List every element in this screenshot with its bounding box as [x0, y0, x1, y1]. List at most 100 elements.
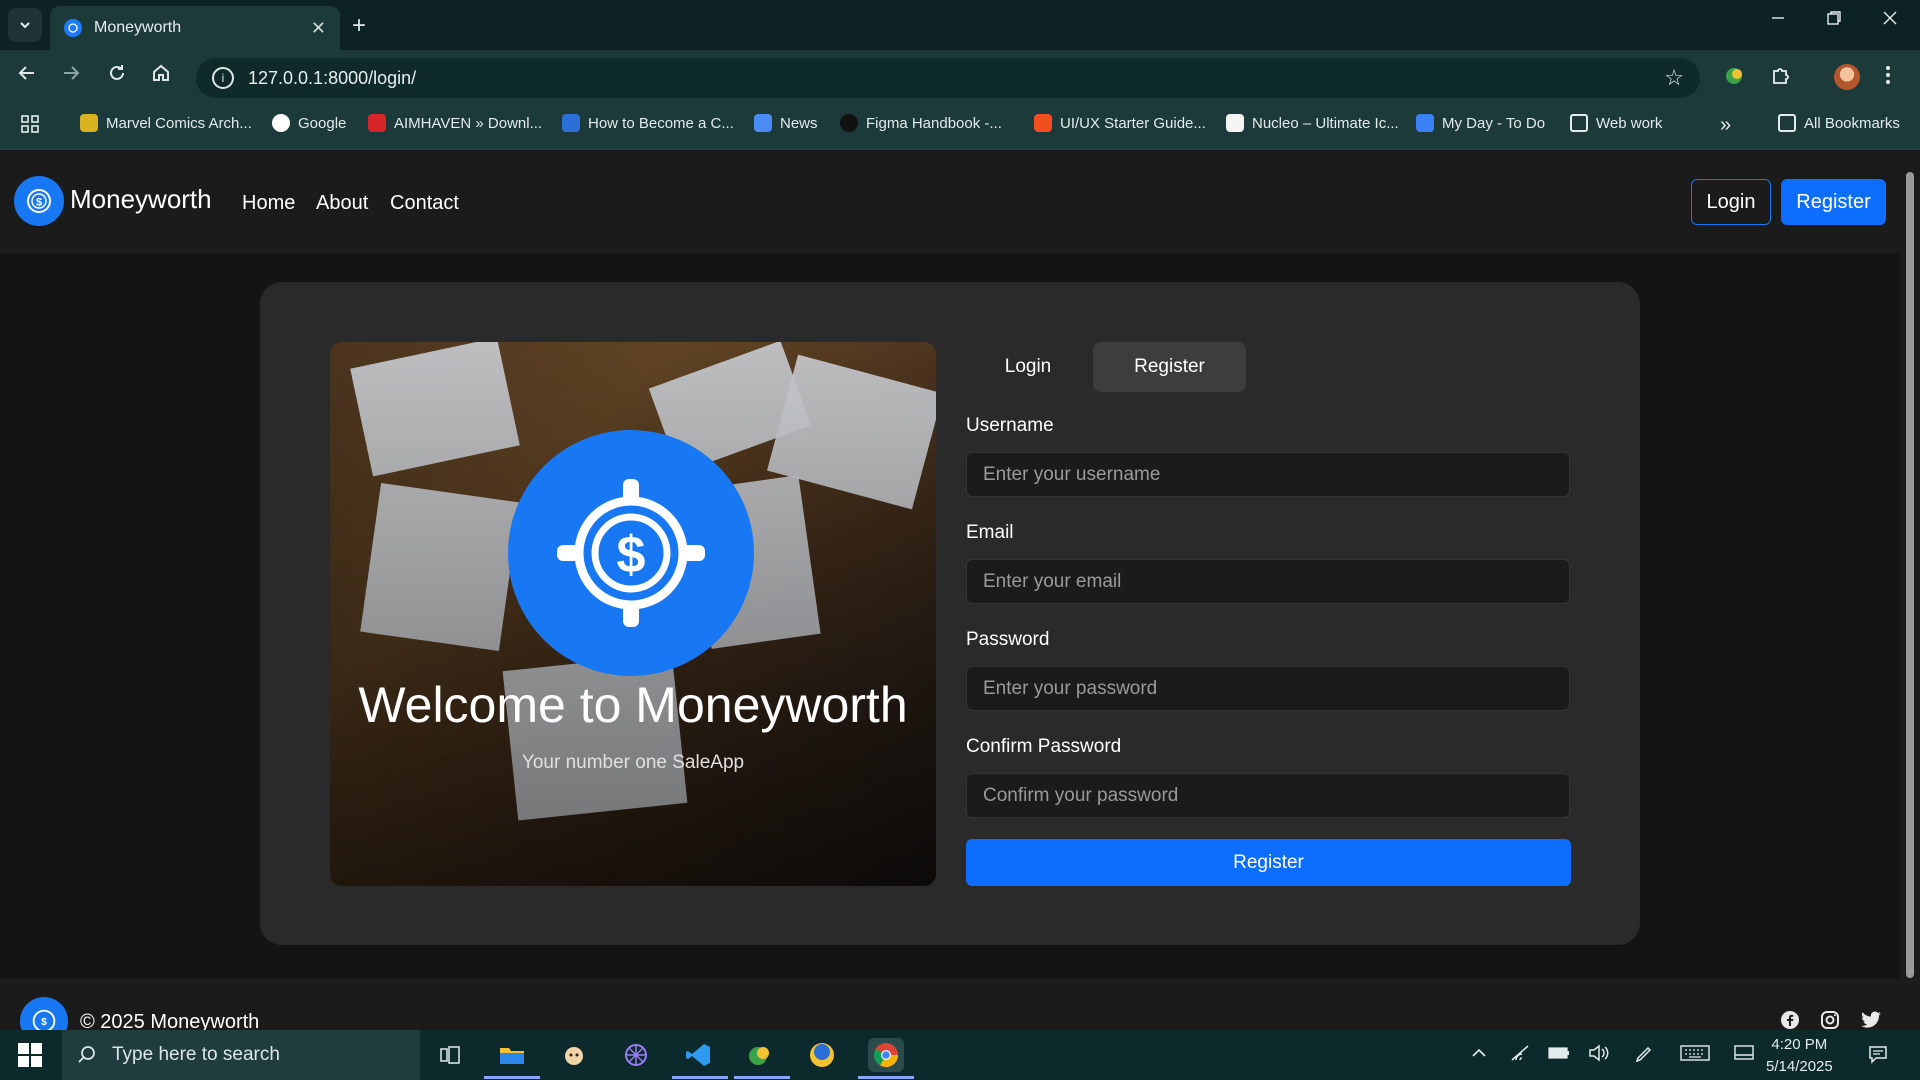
volume-icon[interactable] — [1588, 1044, 1610, 1067]
profile-avatar[interactable] — [1834, 64, 1860, 90]
file-explorer-active-indicator — [484, 1076, 540, 1079]
figma-icon — [1034, 114, 1052, 132]
windows-start-icon[interactable] — [18, 1043, 42, 1067]
tab-login[interactable]: Login — [966, 342, 1090, 392]
password-label: Password — [966, 629, 1050, 650]
moneyworth-favicon-icon — [64, 19, 82, 37]
restore-icon[interactable] — [1826, 10, 1842, 31]
bookmark-label: My Day - To Do — [1442, 114, 1546, 132]
more-bookmarks-icon[interactable]: » — [1720, 114, 1731, 137]
back-icon[interactable] — [16, 62, 38, 90]
tab-register[interactable]: Register — [1093, 342, 1246, 392]
username-input[interactable] — [966, 452, 1570, 497]
bookmark-label: News — [780, 114, 818, 132]
clock-date: 5/14/2025 — [1766, 1058, 1833, 1075]
bookmark-figma-handbook[interactable]: Figma Handbook -... — [840, 114, 1002, 132]
bookmark-google[interactable]: Google — [272, 114, 346, 132]
confirm-password-label: Confirm Password — [966, 736, 1122, 757]
menu-kebab-icon[interactable] — [1884, 64, 1892, 92]
bookmark-label: Nucleo – Ultimate Ic... — [1252, 114, 1399, 132]
desktop-icon[interactable] — [1734, 1044, 1754, 1067]
tray-chevron-up-icon[interactable] — [1470, 1044, 1488, 1067]
figma-handbook-icon — [840, 114, 858, 132]
marvel-icon — [80, 114, 98, 132]
confirm-password-input[interactable] — [966, 773, 1570, 818]
nav-contact[interactable]: Contact — [390, 192, 459, 215]
email-input[interactable] — [966, 559, 1570, 604]
svg-text:$: $ — [41, 1017, 47, 1028]
battery-icon[interactable] — [1548, 1044, 1570, 1065]
chrome-active-indicator — [858, 1076, 914, 1079]
site-info-icon[interactable]: i — [212, 67, 234, 89]
keyboard-icon[interactable] — [1680, 1044, 1710, 1067]
app-icon-green[interactable] — [742, 1038, 778, 1072]
hero-title: Welcome to Moneyworth — [358, 677, 908, 733]
forward-icon[interactable] — [60, 62, 82, 90]
how-to-icon — [562, 114, 580, 132]
url-text[interactable]: 127.0.0.1:8000/login/ — [248, 68, 1664, 89]
chevron-down-icon — [20, 22, 30, 29]
bookmark-aimhaven[interactable]: AIMHAVEN » Downl... — [368, 114, 542, 132]
taskbar-search[interactable]: Type here to search — [62, 1030, 420, 1080]
address-bar[interactable]: i 127.0.0.1:8000/login/ ☆ — [196, 58, 1700, 98]
wifi-icon[interactable] — [1510, 1044, 1530, 1067]
bookmark-web-work[interactable]: Web work — [1570, 114, 1662, 132]
extensions-puzzle-icon[interactable] — [1770, 64, 1792, 92]
home-icon[interactable] — [150, 62, 172, 90]
extension-icon[interactable] — [1722, 64, 1746, 94]
taskbar-search-placeholder: Type here to search — [112, 1044, 280, 1065]
bookmark-label: Google — [298, 114, 347, 132]
hero-logo-icon: $ — [508, 430, 754, 676]
folder-icon — [1778, 114, 1796, 132]
bookmark-label: How to Become a C... — [588, 114, 734, 132]
password-input[interactable] — [966, 666, 1570, 711]
navbar-register-button[interactable]: Register — [1781, 179, 1886, 225]
nav-home[interactable]: Home — [242, 192, 295, 215]
task-view-icon[interactable] — [432, 1038, 468, 1072]
minimize-icon[interactable] — [1770, 10, 1786, 31]
moneyworth-logo-icon[interactable]: $ — [14, 176, 64, 226]
register-submit-button[interactable]: Register — [966, 839, 1571, 886]
bookmark-label: Web work — [1596, 114, 1663, 132]
app-icon-mk[interactable] — [804, 1038, 840, 1072]
bookmark-how-to[interactable]: How to Become a C... — [562, 114, 734, 132]
all-bookmarks-label: All Bookmarks — [1804, 114, 1900, 132]
notifications-icon[interactable] — [1868, 1044, 1888, 1069]
app-icon-cat[interactable] — [556, 1038, 592, 1072]
vscode-icon[interactable] — [680, 1038, 716, 1072]
bookmark-my-day[interactable]: My Day - To Do — [1416, 114, 1545, 132]
file-explorer-icon[interactable] — [494, 1038, 530, 1072]
bookmark-nucleo[interactable]: Nucleo – Ultimate Ic... — [1226, 114, 1399, 132]
new-tab-button[interactable]: + — [352, 12, 366, 40]
close-window-icon[interactable] — [1882, 10, 1898, 31]
tab-title: Moneyworth — [94, 19, 182, 36]
app-icon-network[interactable] — [618, 1038, 654, 1072]
chrome-icon[interactable] — [868, 1038, 904, 1072]
navbar-login-button[interactable]: Login — [1691, 179, 1771, 225]
svg-text:$: $ — [617, 526, 646, 584]
bookmark-news[interactable]: News — [754, 114, 818, 132]
bookmark-star-icon[interactable]: ☆ — [1664, 65, 1684, 91]
site-footer — [0, 978, 1900, 1030]
username-label: Username — [966, 415, 1054, 436]
bookmark-marvel[interactable]: Marvel Comics Arch... — [80, 114, 252, 132]
close-tab-icon[interactable]: ✕ — [311, 18, 326, 39]
bookmark-label: Figma Handbook -... — [866, 114, 1002, 132]
browser-tab[interactable]: Moneyworth ✕ — [50, 6, 340, 50]
app-green-active-indicator — [734, 1076, 790, 1079]
reload-icon[interactable] — [106, 62, 128, 90]
scrollbar-thumb[interactable] — [1906, 172, 1914, 978]
brand-name[interactable]: Moneyworth — [70, 184, 212, 215]
bookmark-label: AIMHAVEN » Downl... — [394, 114, 543, 132]
apps-grid-icon[interactable] — [20, 114, 40, 134]
nav-about[interactable]: About — [316, 192, 368, 215]
all-bookmarks[interactable]: All Bookmarks — [1778, 114, 1900, 132]
pen-icon[interactable] — [1634, 1044, 1654, 1069]
taskbar-clock[interactable]: 4:20 PM 5/14/2025 — [1766, 1034, 1833, 1078]
news-icon — [754, 114, 772, 132]
email-label: Email — [966, 522, 1014, 543]
aimhaven-icon — [368, 114, 386, 132]
tab-search-button[interactable] — [8, 8, 42, 42]
bookmark-label: Marvel Comics Arch... — [106, 114, 252, 132]
bookmark-uiux[interactable]: UI/UX Starter Guide... — [1034, 114, 1206, 132]
